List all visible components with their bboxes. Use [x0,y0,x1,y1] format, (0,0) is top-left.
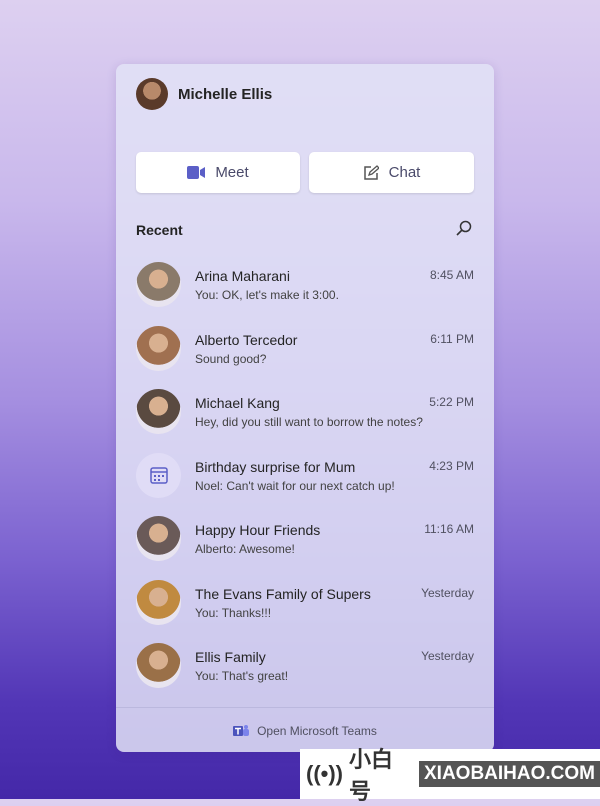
chat-list-item[interactable]: The Evans Family of Supers You: Thanks!!!… [136,579,474,636]
watermark-site: XIAOBAIHAO.COM [419,761,600,787]
teams-chat-flyout: Michelle Ellis Meet Chat Recent Arina Ma… [116,64,494,752]
compose-icon [363,164,379,180]
chat-time: 5:22 PM [429,395,474,409]
open-teams-label: Open Microsoft Teams [257,724,377,738]
chat-name: Birthday surprise for Mum [195,458,356,475]
chat-time: Yesterday [421,585,474,600]
chat-preview: Alberto: Awesome! [195,542,295,556]
calendar-icon [136,452,181,498]
broadcast-icon: ((•)) [306,761,344,786]
chat-preview: Sound good? [195,351,267,366]
user-name: Michelle Ellis [178,85,273,103]
chat-button[interactable]: Chat [309,152,474,193]
search-icon[interactable] [456,220,472,236]
teams-logo-icon [233,725,250,736]
chat-time: Yesterday [421,649,474,663]
chat-preview: You: Thanks!!! [195,605,272,620]
chat-list-item[interactable]: Happy Hour Friends Alberto: Awesome! 11:16… [136,516,474,572]
meet-label: Meet [215,164,249,181]
chat-name: Happy Hour Friends [195,522,321,538]
avatar [136,262,181,307]
chat-time: 8:45 AM [429,268,474,282]
avatar [136,78,168,110]
chat-time: 11:16 AM [424,522,474,536]
meet-button[interactable]: Meet [136,152,300,193]
chat-name: Michael Kang [195,395,280,411]
chat-list-item[interactable]: Ellis Family You: That's great! Yesterday [136,643,474,699]
avatar [136,389,181,434]
chat-list-item[interactable]: Michael Kang Hey, did you still want to b… [136,389,474,445]
chat-preview: You: That's great! [195,669,289,683]
chat-preview: You: OK, let's make it 3:00. [195,288,339,302]
chat-name: Arina Maharani [195,268,290,284]
profile-header[interactable]: Michelle Ellis [136,78,272,110]
chat-name: Alberto Tercedor [195,331,298,348]
video-camera-icon [187,166,206,179]
chat-list-item[interactable]: Alberto Tercedor Sound good? 6:11 PM [136,325,474,382]
divider [116,707,494,708]
chat-name: The Evans Family of Supers [195,585,371,602]
chat-preview: Noel: Can't wait for our next catch up! [195,478,395,493]
chat-list-item[interactable]: Birthday surprise for Mum Noel: Can't wai… [136,452,474,509]
chat-time: 4:23 PM [429,458,474,473]
chat-label: Chat [388,164,421,181]
open-teams-link[interactable]: Open Microsoft Teams [116,724,494,738]
chat-preview: Hey, did you still want to borrow the no… [195,415,423,429]
chat-list-item[interactable]: Arina Maharani You: OK, let's make it 3:0… [136,262,474,318]
avatar [136,325,181,371]
watermark-brand: 小白号 [349,747,394,804]
avatar [136,643,181,688]
chat-name: Ellis Family [195,649,266,665]
avatar [136,516,181,561]
recent-heading: Recent [136,222,183,238]
watermark-logo: ((•)) 小白号 XIAOBAIHAO.COM [300,747,600,804]
avatar [136,579,181,625]
chat-time: 6:11 PM [430,331,474,346]
